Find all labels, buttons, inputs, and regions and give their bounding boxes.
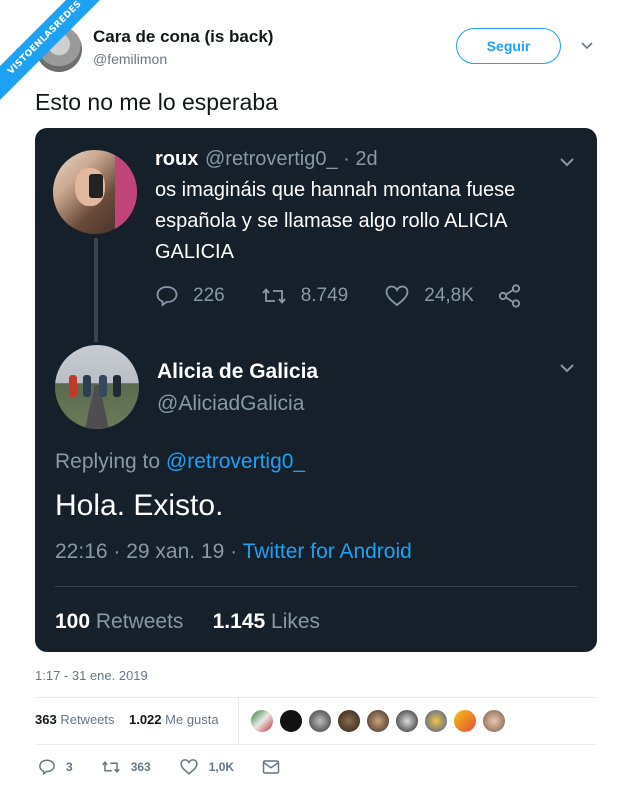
- thread-line: [94, 238, 98, 342]
- divider: [238, 698, 239, 744]
- tweet-action-bar: 3 363 1,0K: [38, 758, 318, 776]
- tweet-retweets-count[interactable]: 363: [35, 712, 57, 727]
- retweet-icon: [101, 760, 120, 774]
- heart-icon: [180, 759, 198, 775]
- like-button[interactable]: 1,0K: [179, 758, 234, 776]
- retweet-count: 8.749: [261, 284, 349, 308]
- avatar[interactable]: [482, 709, 506, 733]
- replying-to: Replying to @retrovertig0_: [55, 450, 305, 474]
- avatar[interactable]: [308, 709, 332, 733]
- reply-source: Twitter for Android: [242, 540, 412, 563]
- tweet-likes-label[interactable]: Me gusta: [165, 712, 218, 727]
- retweet-button[interactable]: 363: [101, 758, 151, 776]
- tweet-timestamp[interactable]: 1:17 - 31 ene. 2019: [35, 668, 148, 683]
- reply-count-value: 3: [66, 760, 73, 774]
- watermark-text: VISTOENLASREDES: [0, 0, 110, 107]
- avatar[interactable]: [279, 709, 303, 733]
- original-avatar: [53, 150, 137, 234]
- tweet-retweets-label[interactable]: Retweets: [60, 712, 114, 727]
- replying-to-mention: @retrovertig0_: [165, 450, 306, 473]
- heart-icon: [385, 285, 409, 307]
- reply-icon: [156, 286, 178, 307]
- retweet-icon: [262, 288, 286, 304]
- embedded-screenshot: roux @retrovertig0_ · 2d os imagináis qu…: [35, 128, 597, 652]
- reply-datetime: 22:16 · 29 xan. 19 ·: [55, 540, 243, 563]
- reply-avatar: [55, 345, 139, 429]
- reply-text: Hola. Existo.: [55, 489, 224, 522]
- avatar[interactable]: [395, 709, 419, 733]
- avatar[interactable]: [366, 709, 390, 733]
- retweet-count-value: 8.749: [300, 285, 349, 306]
- avatar[interactable]: [337, 709, 361, 733]
- reply-retweets-count: 100: [55, 610, 91, 633]
- original-handle-time: @retrovertig0_ · 2d: [205, 148, 378, 170]
- divider: [35, 744, 596, 745]
- reply-meta: 22:16 · 29 xan. 19 · Twitter for Android: [55, 540, 412, 564]
- avatar[interactable]: [424, 709, 448, 733]
- chevron-down-icon[interactable]: [580, 38, 594, 52]
- replying-to-prefix: Replying to: [55, 450, 161, 473]
- like-count-value: 24,8K: [424, 285, 474, 306]
- original-action-bar: 226 8.749 24,8K: [155, 282, 510, 310]
- author-display-name[interactable]: Cara de cona (is back): [93, 27, 273, 47]
- tweet-likes-count[interactable]: 1.022: [129, 712, 162, 727]
- divider: [55, 586, 577, 587]
- reply-author-name: Alicia de Galicia: [157, 360, 319, 383]
- retweet-count-value: 363: [130, 760, 151, 774]
- liker-avatars: [250, 709, 511, 733]
- envelope-icon: [262, 760, 280, 774]
- tweet-stats: 363 Retweets 1.022 Me gusta: [35, 712, 219, 727]
- reply-author-handle: @AliciadGalicia: [157, 392, 305, 415]
- chevron-down-icon: [560, 364, 574, 373]
- reply-count-value: 226: [193, 285, 225, 306]
- message-button[interactable]: [262, 759, 290, 775]
- reply-likes-label: Likes: [271, 610, 321, 633]
- avatar[interactable]: [453, 709, 477, 733]
- original-tweet-text: os imagináis que hannah montana fuese es…: [155, 179, 516, 263]
- avatar[interactable]: [250, 709, 274, 733]
- follow-button[interactable]: Seguir: [456, 28, 561, 64]
- share-icon: [498, 284, 521, 308]
- like-count-value: 1,0K: [208, 760, 235, 774]
- reply-retweets-label: Retweets: [95, 610, 184, 633]
- reply-icon: [39, 759, 55, 776]
- reply-stats: 100 Retweets 1.145 Likes: [55, 610, 320, 634]
- reply-likes-count: 1.145: [212, 610, 266, 633]
- divider: [35, 697, 596, 698]
- chevron-down-icon: [560, 158, 574, 167]
- reply-count: 226: [155, 284, 225, 308]
- like-count: 24,8K: [384, 284, 474, 308]
- reply-button[interactable]: 3: [38, 758, 73, 776]
- watermark-ribbon: VISTOENLASREDES: [0, 0, 110, 110]
- original-author-name: roux: [155, 148, 199, 170]
